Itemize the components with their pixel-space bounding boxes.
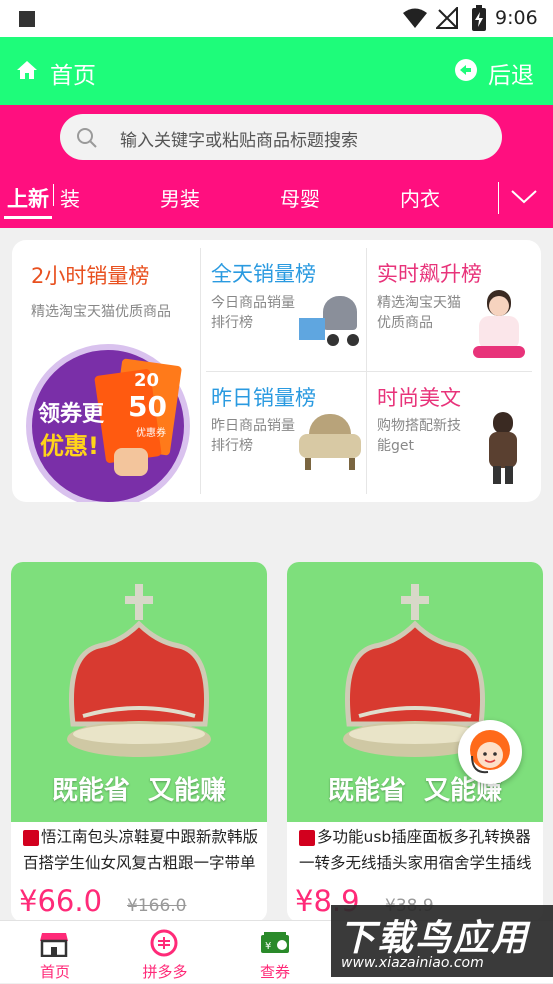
product-banner: 既能省 又能赚	[51, 776, 227, 806]
ranking-card: 2小时销量榜 精选淘宝天猫优质商品 20 50 优惠券 领券更 优惠! 全天销量…	[12, 240, 541, 502]
customer-service-button[interactable]	[458, 720, 522, 784]
tab-clothing-partial[interactable]: 装	[60, 183, 80, 212]
coupon-label: 优惠券	[136, 428, 166, 439]
product-card[interactable]: 既能省 又能赚 悟江南包头凉鞋夏中跟新款韩版百搭学生仙女风复古粗跟一字带单 ¥6…	[11, 562, 267, 922]
ranking-realtime-cell[interactable]: 实时飙升榜 精选淘宝天猫优质商品	[367, 240, 541, 371]
wifi-icon	[403, 8, 427, 28]
ranking-allday-title: 全天销量榜	[211, 262, 316, 286]
ranking-2h-title: 2小时销量榜	[31, 264, 150, 288]
search-area: 输入关键字或粘贴商品标题搜索	[0, 105, 553, 170]
coupon-small-value: 20	[134, 370, 160, 391]
ranking-2h-subtitle: 精选淘宝天猫优质商品	[31, 304, 171, 320]
ranking-yesterday-subtitle: 昨日商品销量排行榜	[211, 418, 295, 454]
watermark-text: 下载鸟应用	[339, 918, 530, 959]
watermark: 下载鸟应用 www.xiazainiao.com	[331, 905, 553, 977]
store-icon	[40, 933, 68, 957]
nav-pinduoduo[interactable]: 拼多多	[110, 921, 220, 984]
tab-menswear[interactable]: 男装	[160, 183, 200, 212]
ranking-fashion-subtitle: 购物搭配新技能get	[377, 418, 461, 454]
woman-image	[483, 412, 523, 484]
ranking-2h-cell[interactable]: 2小时销量榜 精选淘宝天猫优质商品 20 50 优惠券 领券更 优惠!	[12, 240, 200, 502]
main-content: 2小时销量榜 精选淘宝天猫优质商品 20 50 优惠券 领券更 优惠! 全天销量…	[0, 228, 553, 922]
nav-coupon-label: 查券	[259, 963, 290, 981]
model-image	[471, 290, 527, 360]
app-bar: 首页 后退	[0, 37, 553, 105]
ranking-allday-cell[interactable]: 全天销量榜 今日商品销量排行榜	[201, 240, 366, 371]
page-title: 首页	[50, 63, 96, 89]
back-arrow-icon	[455, 59, 477, 81]
chevron-down-icon[interactable]	[510, 188, 538, 206]
crown-image	[67, 584, 211, 757]
tab-baby[interactable]: 母婴	[280, 183, 320, 212]
ranking-fashion-cell[interactable]: 时尚美文 购物搭配新技能get	[367, 372, 541, 502]
product-image: 既能省 又能赚	[11, 562, 267, 822]
coupon-value: 50	[128, 390, 167, 423]
search-icon	[77, 128, 97, 148]
tab-separator	[53, 184, 54, 206]
promo-text-1: 领券更	[38, 402, 105, 427]
product-old-price: ¥166.0	[127, 896, 187, 916]
tab-underwear[interactable]: 内衣	[400, 183, 440, 212]
ranking-fashion-title: 时尚美文	[377, 386, 461, 410]
category-tabs: 上新 装 男装 母婴 内衣	[0, 170, 553, 228]
home-icon[interactable]	[17, 61, 37, 79]
back-label: 后退	[488, 63, 534, 89]
search-input[interactable]: 输入关键字或粘贴商品标题搜索	[60, 114, 502, 160]
coupon-icon: ¥	[261, 932, 289, 953]
search-placeholder: 输入关键字或粘贴商品标题搜索	[120, 131, 358, 151]
ranking-realtime-subtitle: 精选淘宝天猫优质商品	[377, 295, 461, 331]
tab-new[interactable]: 上新	[7, 183, 49, 213]
svg-text:¥: ¥	[265, 941, 271, 952]
ranking-realtime-title: 实时飙升榜	[377, 262, 482, 286]
notification-icon	[19, 11, 35, 27]
product-title: 多功能usb插座面板多孔转换器一转多无线插头家用宿舍学生插线	[299, 828, 532, 872]
battery-charging-icon	[472, 5, 486, 31]
nav-coupon[interactable]: ¥ 查券	[220, 921, 330, 984]
pinduoduo-icon	[150, 929, 178, 957]
promo-graphic: 20 50 优惠券 领券更 优惠!	[26, 344, 190, 502]
product-title: 悟江南包头凉鞋夏中跟新款韩版百搭学生仙女风复古粗跟一字带单	[23, 828, 259, 872]
product-image: 既能省 又能赚	[287, 562, 543, 822]
status-time: 9:06	[495, 7, 538, 29]
nav-home[interactable]: 首页	[0, 921, 110, 984]
tabs-divider	[498, 182, 499, 214]
ranking-yesterday-title: 昨日销量榜	[211, 386, 316, 410]
tab-active-indicator	[4, 216, 52, 219]
promo-text-2: 优惠!	[40, 432, 99, 460]
stroller-image	[299, 296, 361, 348]
watermark-url: www.xiazainiao.com	[341, 955, 484, 971]
nav-pinduoduo-label: 拼多多	[142, 963, 188, 981]
back-button[interactable]: 后退	[452, 51, 542, 91]
product-price: ¥66.0	[19, 884, 103, 918]
nav-home-label: 首页	[39, 963, 70, 981]
status-bar: 9:06	[0, 0, 553, 37]
ranking-yesterday-cell[interactable]: 昨日销量榜 昨日商品销量排行榜	[201, 372, 366, 502]
no-signal-icon	[436, 7, 458, 29]
ranking-allday-subtitle: 今日商品销量排行榜	[211, 295, 295, 331]
armchair-image	[299, 414, 361, 472]
customer-service-icon	[470, 730, 510, 774]
